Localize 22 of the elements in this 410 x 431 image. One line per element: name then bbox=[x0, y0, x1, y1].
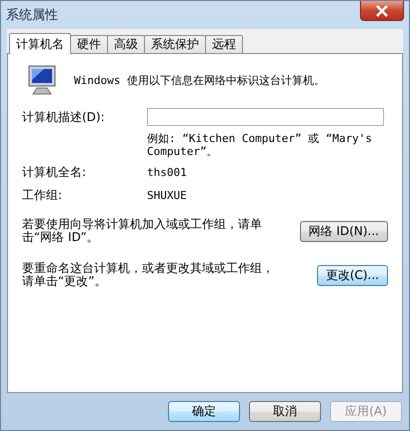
dialog-button[interactable]: 取消 bbox=[249, 401, 321, 422]
example-text: 例如: “Kitchen Computer” 或 “Mary's Computer”。 bbox=[147, 132, 374, 158]
dialog-button[interactable]: 确定 bbox=[168, 401, 240, 422]
close-button[interactable] bbox=[360, 1, 404, 21]
field-value: ths001 bbox=[147, 166, 188, 179]
tab[interactable]: 远程 bbox=[205, 35, 243, 53]
instruction-text: 要重命名这台计算机，或者更改其域或工作组，请单击“更改”。 bbox=[22, 262, 275, 288]
tab[interactable]: 计算机名 bbox=[9, 33, 71, 54]
description-field[interactable] bbox=[147, 108, 384, 126]
tab[interactable]: 高级 bbox=[107, 35, 145, 53]
field-label: 计算机全名: bbox=[22, 164, 88, 181]
window-title: 系统属性 bbox=[6, 7, 58, 24]
instruction-text: 若要使用向导将计算机加入域或工作组，请单击“网络 ID”。 bbox=[22, 218, 263, 244]
action-button[interactable]: 更改(C)... bbox=[316, 264, 388, 286]
tab[interactable]: 硬件 bbox=[70, 35, 108, 53]
tab[interactable]: 系统保护 bbox=[144, 35, 206, 53]
field-label: 工作组: bbox=[22, 187, 64, 204]
intro-text: Windows 使用以下信息在网络中标识这台计算机。 bbox=[74, 72, 325, 88]
close-icon bbox=[375, 4, 389, 16]
action-button[interactable]: 网络 ID(N)... bbox=[300, 220, 388, 242]
field-value: SHUXUE bbox=[147, 189, 188, 202]
description-label: 计算机描述(D): bbox=[22, 108, 106, 126]
